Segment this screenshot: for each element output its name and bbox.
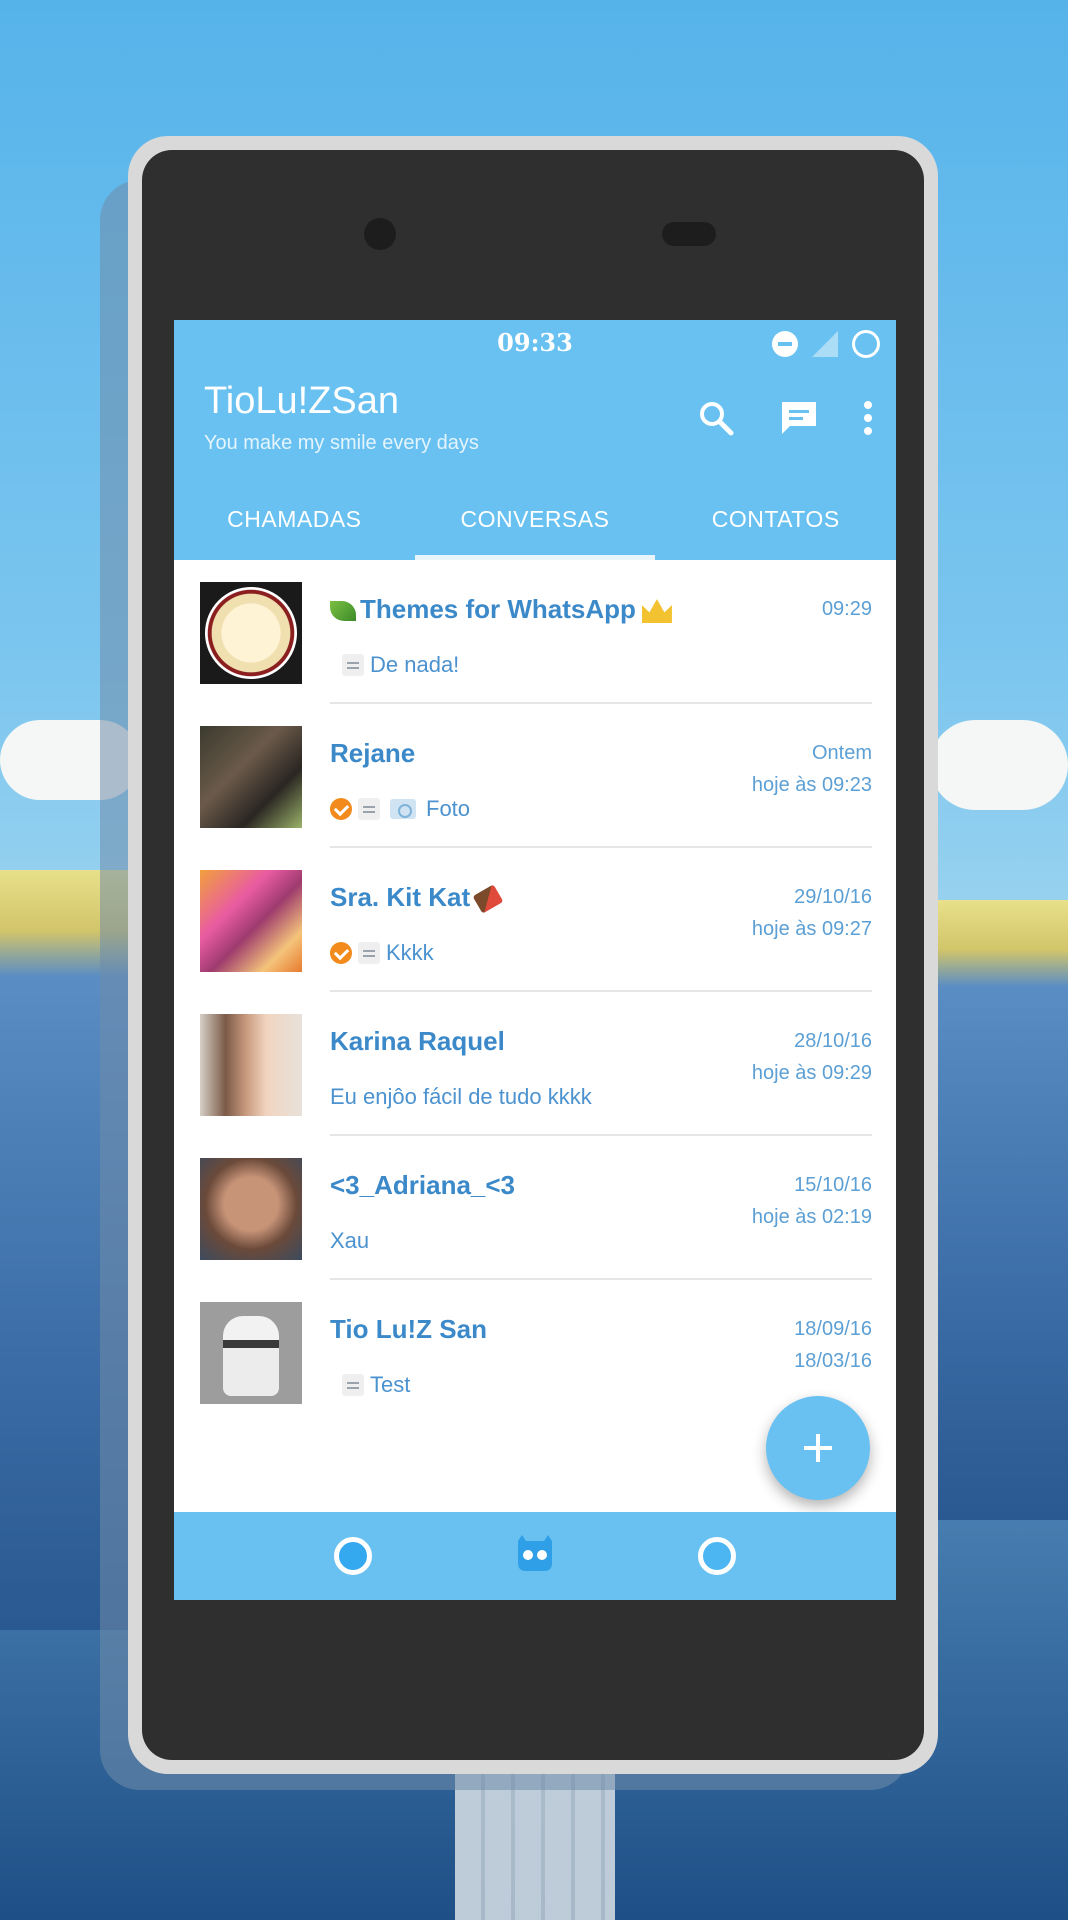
tab-conversas[interactable]: CONVERSAS [414, 488, 656, 560]
logo-image [205, 587, 297, 679]
chat-name-text: Sra. Kit Kat [330, 882, 471, 912]
chat-last-message: De nada! [330, 652, 459, 678]
chat-last-message: Test [330, 1372, 410, 1398]
system-nav-bar [174, 1512, 896, 1600]
chat-last-message: Xau [330, 1228, 370, 1253]
search-icon[interactable] [696, 398, 736, 438]
avatar[interactable] [200, 1014, 302, 1116]
message-status-icon [358, 942, 380, 964]
chat-time: hoje às 02:19 [751, 1206, 872, 1228]
chat-content: Sra. Kit Kat Kkkk 29/10/16 hoje às 09:27 [330, 848, 872, 992]
tab-chamadas[interactable]: CHAMADAS [174, 488, 415, 560]
chat-list: Themes for WhatsApp De nada! 09:29 Rejan… [174, 560, 896, 1424]
chat-name-text: Themes for WhatsApp [360, 594, 636, 624]
chat-item-karina-raquel[interactable]: Karina Raquel Eu enjôo fácil de tudo kkk… [174, 992, 896, 1136]
chat-name: Tio Lu!Z San [330, 1314, 487, 1344]
chat-item-rejane[interactable]: Rejane Foto Ontem hoje às 09:23 [174, 704, 896, 848]
new-chat-icon[interactable] [778, 398, 820, 438]
robot-face-icon [518, 1534, 552, 1571]
message-status-icon [342, 1374, 364, 1396]
chat-item-adriana[interactable]: <3_Adriana_<3 Xau 15/10/16 hoje às 02:19 [174, 1136, 896, 1280]
chat-date: 09:29 [821, 598, 872, 620]
crown-emoji-icon [641, 599, 672, 624]
chat-date: 29/10/16 [794, 886, 872, 908]
chat-name: Rejane [330, 738, 416, 768]
delivered-check-icon [330, 798, 352, 820]
leaf-emoji-icon [330, 601, 356, 622]
chat-name: Themes for WhatsApp [330, 594, 672, 625]
status-icons [772, 330, 880, 358]
chat-last-message: Eu enjôo fácil de tudo kkkk [330, 1084, 592, 1109]
front-camera [364, 218, 396, 250]
signal-icon [812, 331, 838, 357]
tab-contatos[interactable]: CONTATOS [655, 488, 896, 560]
plus-icon [804, 1434, 832, 1462]
chat-date: 18/09/16 [794, 1318, 872, 1340]
chat-time: hoje às 09:23 [751, 774, 872, 796]
status-bar: 09:33 [174, 320, 896, 366]
app-header: 09:33 TioLu!ZSan You make my smile every… [174, 320, 896, 560]
header-actions [696, 398, 874, 438]
avatar[interactable] [200, 870, 302, 972]
chat-date: Ontem [811, 742, 872, 764]
message-text: Foto [426, 796, 471, 821]
earpiece-speaker [662, 222, 716, 246]
camera-icon [390, 799, 416, 819]
do-not-disturb-icon [772, 331, 798, 357]
chat-name: Karina Raquel [330, 1026, 505, 1056]
message-text: Kkkk [386, 940, 434, 965]
message-status-icon [342, 654, 364, 676]
recents-nav-button[interactable] [698, 1537, 736, 1575]
profile-status: You make my smile every days [204, 432, 479, 454]
chat-last-message: Kkkk [330, 940, 434, 966]
chat-name: <3_Adriana_<3 [330, 1170, 516, 1200]
chat-item-tio-luiz-san[interactable]: Tio Lu!Z San Test 18/09/16 18/03/16 [174, 1280, 896, 1424]
delivered-check-icon [330, 942, 352, 964]
message-text: De nada! [370, 652, 460, 677]
chat-time: hoje às 09:27 [751, 918, 872, 940]
profile-name: TioLu!ZSan [204, 380, 400, 422]
back-nav-button[interactable] [334, 1537, 372, 1575]
message-status-icon [358, 798, 380, 820]
chat-date: 28/10/16 [794, 1030, 872, 1052]
background-cloud [930, 720, 1068, 810]
chocolate-emoji-icon [472, 884, 504, 914]
avatar[interactable] [200, 726, 302, 828]
phone-body: 09:33 TioLu!ZSan You make my smile every… [142, 150, 924, 1760]
battery-icon [852, 330, 880, 358]
chat-time: hoje às 09:29 [751, 1062, 872, 1084]
new-conversation-fab[interactable] [766, 1396, 870, 1500]
chat-date: 15/10/16 [794, 1174, 872, 1196]
chat-content: Themes for WhatsApp De nada! 09:29 [330, 560, 872, 704]
chat-last-message: Foto [330, 796, 470, 822]
phone-frame: 09:33 TioLu!ZSan You make my smile every… [128, 136, 938, 1774]
chat-item-sra-kit-kat[interactable]: Sra. Kit Kat Kkkk 29/10/16 hoje às 09:27 [174, 848, 896, 992]
avatar[interactable] [200, 1158, 302, 1260]
background-cliff [930, 900, 1068, 1520]
avatar[interactable] [200, 1302, 302, 1404]
chat-content: Karina Raquel Eu enjôo fácil de tudo kkk… [330, 992, 872, 1136]
phone-screen: 09:33 TioLu!ZSan You make my smile every… [174, 320, 896, 1600]
home-nav-button[interactable] [512, 1534, 558, 1578]
chat-content: <3_Adriana_<3 Xau 15/10/16 hoje às 02:19 [330, 1136, 872, 1280]
chat-time: 18/03/16 [794, 1350, 872, 1372]
chat-content: Rejane Foto Ontem hoje às 09:23 [330, 704, 872, 848]
chat-item-themes-for-whatsapp[interactable]: Themes for WhatsApp De nada! 09:29 [174, 560, 896, 704]
tab-bar: CHAMADAS CONVERSAS CONTATOS [174, 488, 896, 560]
avatar[interactable] [200, 582, 302, 684]
robot-image [223, 1316, 279, 1396]
message-text: Test [370, 1372, 411, 1397]
more-options-icon[interactable] [862, 398, 874, 438]
chat-name: Sra. Kit Kat [330, 882, 504, 914]
